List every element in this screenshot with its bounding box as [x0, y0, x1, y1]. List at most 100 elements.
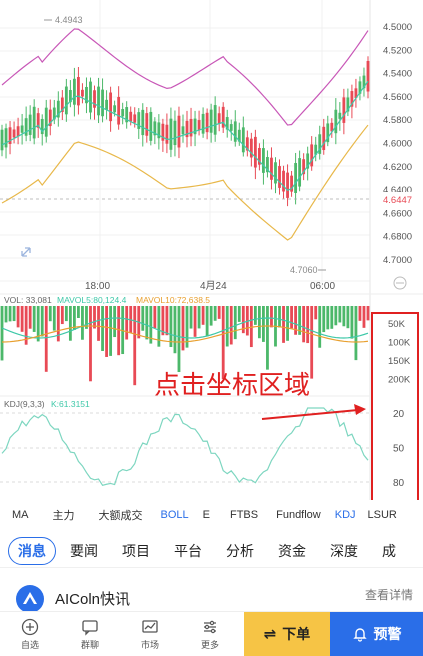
volume-bar [286, 306, 289, 341]
bottom-nav: 自选 群聊 市场 更多 ⇌ 下单 预警 [0, 611, 423, 656]
news-row[interactable]: AIColn快讯 查看详情 [0, 575, 423, 615]
volume-bar [205, 306, 209, 337]
volume-bar [322, 306, 326, 333]
candle-body [282, 170, 285, 192]
candle-body [201, 113, 205, 134]
tab-2[interactable]: 要闻 [70, 541, 98, 561]
candle-body [4, 128, 8, 148]
indicator-8[interactable]: KDJ [335, 509, 356, 521]
volume-bar [165, 306, 169, 336]
volume-bar [354, 306, 358, 361]
volume-bar [4, 306, 8, 323]
volume-bar [262, 306, 265, 342]
price-axis-label: 4.6000 [383, 139, 412, 150]
expand-icon[interactable] [21, 247, 31, 257]
time-label-3: 06:00 [310, 281, 335, 292]
candle-body [181, 126, 185, 135]
volume-bar [197, 306, 201, 329]
nav-watchlist[interactable]: 自选 [0, 612, 60, 656]
kdj-k-line [1, 407, 369, 486]
candle-body [189, 118, 193, 137]
high-price-label: 4.4943 [55, 15, 83, 25]
candle-body [217, 113, 221, 124]
annotation-arrow [261, 409, 359, 420]
chart-area[interactable]: 4.5000 4.5200 4.5400 4.5600 4.5800 4.6000 4.62… [0, 0, 423, 500]
nav-market[interactable]: 市场 [120, 612, 180, 656]
tab-1[interactable]: 消息 [8, 536, 56, 565]
indicator-3[interactable]: 大额成交 [99, 507, 143, 523]
tab-6[interactable]: 资金 [278, 541, 306, 561]
volume-bar [342, 306, 346, 327]
candle-body [145, 113, 149, 136]
volume-bar [233, 306, 237, 340]
chat-icon [82, 619, 98, 636]
time-label-2: 4月24 [200, 280, 227, 292]
volume-bar [81, 306, 84, 340]
candle-body [28, 114, 32, 135]
volume-bar [68, 306, 72, 341]
indicator-4[interactable]: BOLL [161, 509, 189, 521]
volume-bar [77, 306, 80, 319]
indicator-7[interactable]: Fundflow [276, 509, 321, 521]
candle-body [278, 166, 281, 188]
nav-more[interactable]: 更多 [180, 612, 240, 656]
indicator-2[interactable]: 主力 [53, 507, 75, 523]
price-axis-label: 4.5800 [383, 115, 412, 126]
volume-bar [302, 306, 306, 343]
volume-bar [213, 306, 217, 321]
news-more-link[interactable]: 查看详情 [365, 586, 413, 603]
indicator-1[interactable]: MA [12, 509, 29, 521]
tab-8[interactable]: 成 [382, 541, 396, 561]
indicator-5[interactable]: E [203, 509, 210, 521]
volume-bar [93, 306, 96, 329]
indicator-9[interactable]: LSUR [368, 509, 397, 521]
candle-body [229, 124, 233, 131]
price-axis-label: 4.6800 [383, 232, 412, 243]
volume-bar [16, 306, 20, 328]
candle-body [16, 126, 20, 137]
candle-body [294, 162, 298, 193]
volume-bar [117, 306, 121, 356]
volume-bar [362, 306, 366, 328]
kdj-axis-label: 50 [393, 444, 405, 455]
volume-bar [109, 306, 113, 356]
volume-axis-label: 100K [388, 338, 411, 349]
volume-bar [145, 306, 149, 340]
volume-bar [334, 306, 338, 326]
candle-body [109, 92, 113, 122]
volume-bar [350, 306, 354, 339]
indicator-6[interactable]: FTBS [230, 509, 258, 521]
candle-body [274, 162, 277, 184]
time-label-1: 18:00 [85, 281, 110, 292]
volume-bar [229, 306, 233, 345]
kdj-k-label: K:61.3151 [51, 399, 90, 409]
volume-bar [201, 306, 205, 325]
volume-bar [346, 306, 350, 329]
candle-body [338, 112, 342, 119]
kline-chart[interactable]: 4.5000 4.5200 4.5400 4.5600 4.5800 4.6000 4.62… [0, 0, 423, 500]
candle-body [133, 114, 137, 123]
nav-label: 更多 [200, 639, 219, 650]
alert-button[interactable]: 预警 [330, 612, 423, 656]
candle-body [262, 148, 265, 173]
kdj-axis-label: 80 [393, 478, 405, 489]
price-axis-label: 4.5000 [383, 22, 412, 33]
volume-bar [105, 306, 108, 357]
order-button[interactable]: ⇌ 下单 [244, 612, 330, 656]
candle-body [173, 120, 177, 146]
candle-body [366, 60, 370, 92]
tab-4[interactable]: 平台 [174, 541, 202, 561]
candle-body [233, 121, 237, 142]
nav-chat[interactable]: 群聊 [60, 612, 120, 656]
volume-bar [72, 306, 76, 330]
tab-5[interactable]: 分析 [226, 541, 254, 561]
price-axis-label: 4.5600 [383, 92, 412, 103]
price-axis-label: 4.5400 [383, 69, 412, 80]
candle-body [121, 109, 125, 117]
candle-body [298, 158, 302, 187]
tab-7[interactable]: 深度 [330, 541, 358, 561]
current-price-tag: 4.6447 [383, 195, 412, 206]
tab-3[interactable]: 项目 [122, 541, 150, 561]
candle-body [81, 89, 84, 97]
candle-body [64, 86, 68, 115]
